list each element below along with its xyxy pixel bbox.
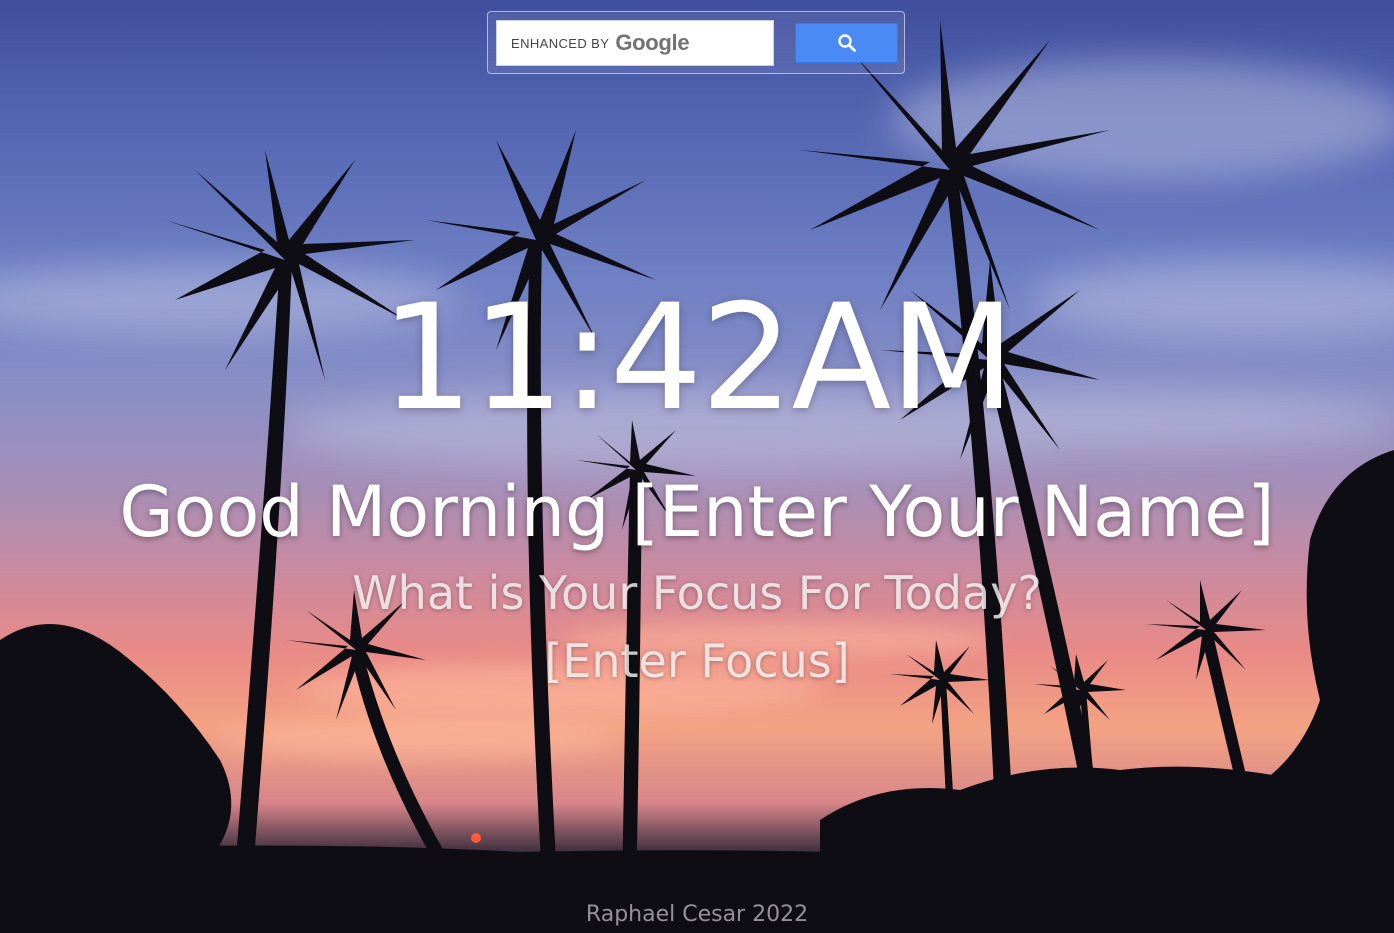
palm-tree-silhouettes [0,20,1394,933]
search-input[interactable]: ENHANCED BY Google [496,20,774,66]
greeting-text[interactable]: Good Morning [Enter Your Name] [0,468,1394,556]
background-scene: ENHANCED BY Google 11:42AM Good Morning … [0,0,1394,933]
google-brand-label: Google [615,30,690,55]
search-box: ENHANCED BY Google [487,11,905,74]
focus-question: What is Your Focus For Today? [352,566,1042,620]
footer-credit: Raphael Cesar 2022 [585,902,809,927]
search-button[interactable] [795,23,898,63]
enhanced-by-label: ENHANCED BY [511,35,610,51]
focus-input[interactable]: [Enter Focus] [0,632,1394,690]
clock-time: 11:42AM [380,273,1016,443]
search-icon [837,34,856,52]
